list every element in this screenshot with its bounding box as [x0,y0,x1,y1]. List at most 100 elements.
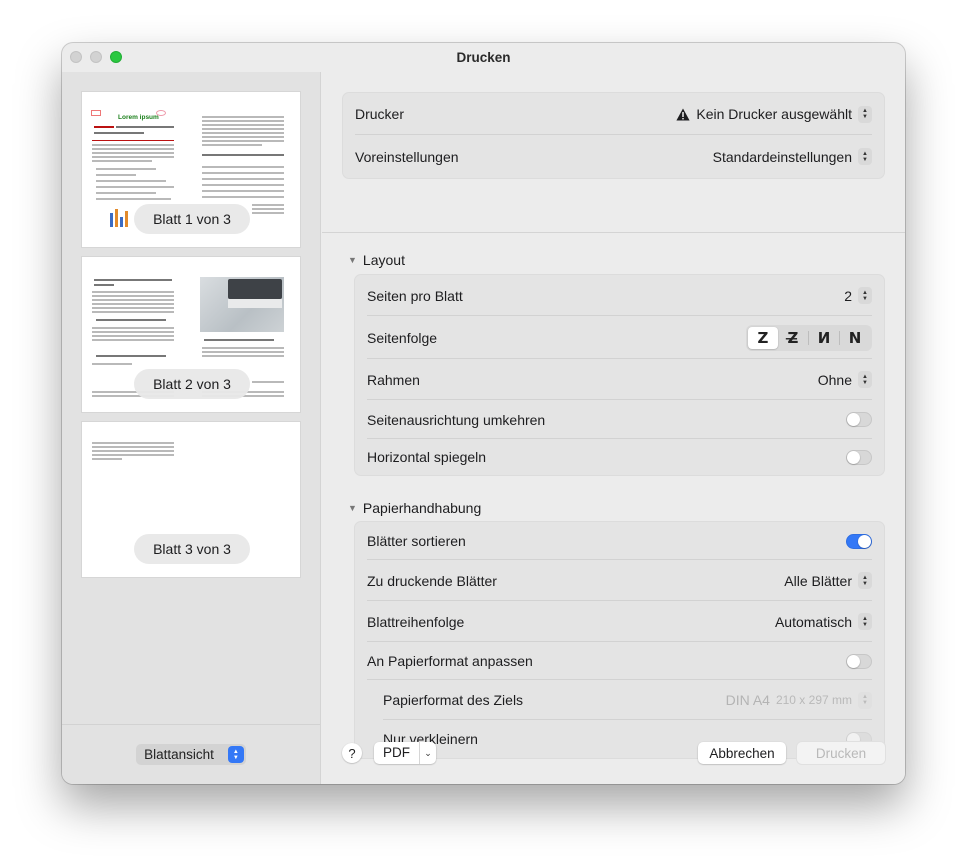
page-thumbnail-1[interactable]: Lorem ipsum Blatt 1 von 3 [82,92,300,247]
text-line [92,295,174,297]
text-line [94,132,144,134]
sidebar-footer: Blattansicht ▲ ▼ [62,724,320,784]
printer-value: Kein Drucker ausgewählt [696,106,852,122]
text-line [92,327,174,329]
help-button[interactable]: ? [342,743,362,763]
border-row[interactable]: Rahmen Ohne ▲ ▼ [367,359,872,400]
print-button[interactable]: Drucken [797,742,885,764]
text-line [96,192,156,194]
sheet-order-row[interactable]: Blattreihenfolge Automatisch ▲ ▼ [367,601,872,642]
text-line [92,335,174,337]
chevron-up-down-icon: ▲ ▼ [858,148,872,165]
text-line [92,450,174,452]
chevron-up-down-icon: ▲ ▼ [858,691,872,709]
chevron-up-down-icon: ▲ ▼ [227,746,244,763]
sheet-view-select[interactable]: Blattansicht ▲ ▼ [136,744,246,765]
scale-to-fit-toggle[interactable] [846,653,872,669]
sheet-order-popup[interactable]: Automatisch ▲ ▼ [775,613,872,630]
pages-to-print-row[interactable]: Zu druckende Blätter Alle Blätter ▲ ▼ [367,560,872,601]
chevron-down-icon[interactable]: ⌄ [420,748,436,759]
text-line [202,178,284,180]
text-line [202,184,284,186]
collate-toggle[interactable] [846,533,872,549]
reverse-orientation-toggle[interactable] [846,412,872,427]
text-line [204,339,274,341]
text-line [92,454,174,456]
layout-section-title: Layout [362,252,405,268]
chevron-down-icon: ▼ [348,255,357,265]
zoom-window-button[interactable] [110,51,122,63]
text-line [94,126,114,128]
text-line [92,339,174,341]
chevron-up-down-icon: ▲ ▼ [858,371,872,388]
page-heading: Lorem ipsum [118,114,159,121]
border-popup[interactable]: Ohne ▲ ▼ [818,371,872,388]
text-line [96,180,166,182]
text-line [202,140,284,142]
border-label: Rahmen [367,371,420,388]
presets-popup[interactable]: Standardeinstellungen ▲ ▼ [713,148,872,165]
page-order-z-reverse-option[interactable]: Z̶ [778,327,808,349]
text-line [96,355,166,357]
pages-to-print-popup[interactable]: Alle Blätter ▲ ▼ [784,572,872,589]
laptop-photo [200,277,284,332]
page-order-label: Seitenfolge [367,329,438,346]
text-line [92,311,174,313]
pages-per-sheet-row[interactable]: Seiten pro Blatt 2 ▲ ▼ [367,275,872,316]
cancel-button[interactable]: Abbrechen [698,742,786,764]
text-line [92,140,174,141]
text-line [92,446,174,448]
page-order-n-reverse-option[interactable]: И [809,327,839,349]
text-line [94,279,172,281]
text-line [252,381,284,383]
text-line [202,144,262,146]
text-line [92,156,174,158]
page-thumbnail-2[interactable]: Blatt 2 von 3 [82,257,300,412]
sheet-view-label: Blattansicht [144,747,214,762]
sheet-order-value: Automatisch [774,613,852,630]
pages-per-sheet-popup[interactable]: 2 ▲ ▼ [844,287,872,304]
page-label-badge: Blatt 3 von 3 [134,534,250,564]
page-label-badge: Blatt 2 von 3 [134,369,250,399]
pages-to-print-value: Alle Blätter [784,572,852,589]
presets-label: Voreinstellungen [355,148,459,165]
minimize-window-button[interactable] [90,51,102,63]
destination-paper-label: Papierformat des Ziels [383,692,524,708]
text-line [92,303,174,305]
printer-popup[interactable]: Kein Drucker ausgewählt ▲ ▼ [676,105,872,123]
collate-label: Blätter sortieren [367,533,466,549]
page-order-segmented-control[interactable]: Z Z̶ И N [746,324,872,351]
text-line [92,363,132,365]
text-line [202,347,284,349]
text-line [116,126,174,128]
close-window-button[interactable] [70,51,82,63]
window-title: Drucken [456,50,511,65]
preview-sidebar[interactable]: Lorem ipsum Blatt 1 von 3 Blatt 2 von 3 … [62,72,321,784]
flip-horizontal-toggle[interactable] [846,449,872,465]
chevron-up-down-icon: ▲ ▼ [858,613,872,630]
flip-horizontal-row: Horizontal spiegeln [367,439,872,475]
presets-row[interactable]: Voreinstellungen Standardeinstellungen ▲… [355,135,872,178]
pdf-label: PDF [374,742,420,764]
page-label-badge: Blatt 1 von 3 [134,204,250,234]
page-order-n-option[interactable]: N [840,327,870,349]
layout-group: Seiten pro Blatt 2 ▲ ▼ Seitenfolge Z Z̶ И… [354,274,885,476]
paper-handling-section-header[interactable]: ▼ Papierhandhabung [348,500,481,516]
pdf-menu-button[interactable]: PDF ⌄ [374,742,436,764]
text-line [202,128,284,130]
text-line [202,120,284,122]
page-order-z-option[interactable]: Z [748,326,778,349]
flip-horizontal-label: Horizontal spiegeln [367,449,487,465]
paper-handling-section-title: Papierhandhabung [362,500,482,516]
text-line [202,172,284,174]
printer-row[interactable]: Drucker Kein Drucker ausgewählt ▲ ▼ [355,93,872,135]
text-line [92,291,174,293]
page-thumbnail-3[interactable]: Blatt 3 von 3 [82,422,300,577]
text-line [202,190,284,192]
shape-decoration [91,110,101,116]
text-line [252,212,284,214]
presets-value: Standardeinstellungen [712,148,852,165]
layout-section-header[interactable]: ▼ Layout [348,252,405,268]
printer-label: Drucker [355,106,405,122]
print-settings-panel: Drucker Kein Drucker ausgewählt ▲ ▼ Vorei… [322,72,905,784]
